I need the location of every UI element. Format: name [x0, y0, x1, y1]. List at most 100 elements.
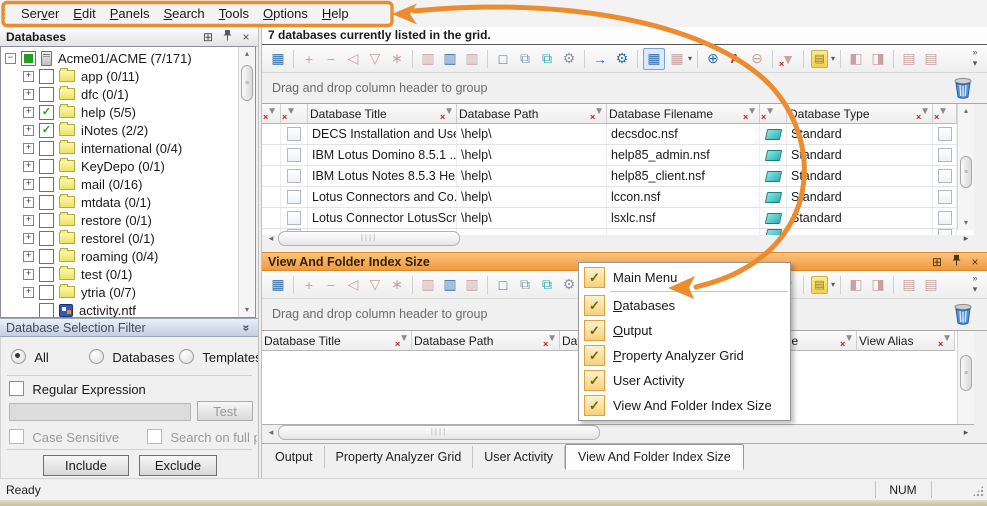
pin-icon[interactable] — [949, 254, 963, 269]
copy-with-headers-icon[interactable]: ⧉ — [537, 49, 557, 69]
toolbar-overflow-icon[interactable]: » ▾ — [967, 273, 983, 295]
tab-output[interactable]: Output — [264, 446, 325, 468]
expander-icon[interactable]: + — [23, 71, 34, 82]
menu-search[interactable]: Search — [156, 2, 211, 25]
scrollbar-thumb[interactable]: ≡ — [960, 156, 972, 188]
filter-funnel-icon[interactable]: ×▼ — [544, 334, 557, 347]
tab-property-analyzer-grid[interactable]: Property Analyzer Grid — [325, 446, 474, 468]
regex-input[interactable] — [9, 403, 191, 421]
add-database-icon[interactable]: + — [299, 49, 319, 69]
table-row[interactable]: Lotus Connector LotusScr...\help\lsxlc.n… — [262, 208, 974, 229]
close-icon[interactable]: × — [968, 255, 982, 269]
tree-item-test[interactable]: +test (0/1) — [1, 265, 238, 283]
tree-checkbox[interactable]: ✓ — [39, 105, 54, 120]
row-checkbox[interactable] — [281, 208, 308, 228]
print-preview-icon[interactable]: ▤ — [899, 275, 919, 295]
add-comment-icon[interactable]: ▤ — [811, 50, 828, 68]
push-selection-down-icon[interactable]: ▽ — [365, 49, 385, 69]
checkbox-icon[interactable] — [938, 211, 952, 225]
scroll-up-icon[interactable]: ▴ — [958, 104, 974, 118]
collapse-rows-icon[interactable]: ◧ — [846, 275, 866, 295]
trash-icon[interactable] — [953, 76, 973, 103]
tree-checkbox[interactable] — [39, 141, 54, 156]
filter-funnel-icon[interactable]: ×▼ — [939, 334, 952, 347]
tree-checkbox[interactable] — [21, 51, 36, 66]
tree-item-roaming[interactable]: +roaming (0/4) — [1, 247, 238, 265]
filter-funnel-icon[interactable]: ×▼ — [935, 107, 948, 120]
checked-checkbox-icon[interactable]: ✓ — [584, 295, 605, 316]
include-button[interactable]: Include — [43, 455, 129, 476]
tree-item-keydepo[interactable]: +KeyDepo (0/1) — [1, 157, 238, 175]
copy-options-icon[interactable]: ⚙ — [559, 49, 579, 69]
tree-item-mtdata[interactable]: +mtdata (0/1) — [1, 193, 238, 211]
radio-all[interactable]: All — [11, 349, 49, 365]
filter-funnel-icon[interactable]: ×▼ — [762, 107, 775, 120]
column-header-database-title[interactable]: Database Title×▼ — [308, 104, 457, 124]
filter-funnel-icon[interactable]: ×▼ — [441, 107, 454, 120]
select-all-icon[interactable]: □ — [493, 49, 513, 69]
zoom-font-icon[interactable]: A — [725, 49, 745, 69]
scrollbar-thumb[interactable]: |||| — [278, 425, 600, 440]
menu-item-property-analyzer-grid[interactable]: ✓Property Analyzer Grid — [579, 343, 790, 368]
column-header[interactable]: ×▼ — [281, 104, 308, 124]
menu-item-databases[interactable]: ✓Databases — [579, 293, 790, 318]
expander-icon[interactable]: + — [23, 233, 34, 244]
checkbox-icon[interactable] — [287, 148, 301, 162]
scroll-left-icon[interactable]: ◂ — [264, 427, 278, 438]
checked-checkbox-icon[interactable]: ✓ — [584, 320, 605, 341]
scroll-right-icon[interactable]: ▸ — [958, 231, 974, 245]
tree-checkbox[interactable]: ✓ — [39, 123, 54, 138]
checkbox-icon[interactable] — [147, 429, 162, 444]
checkbox-icon[interactable] — [9, 381, 24, 396]
close-icon[interactable]: × — [239, 30, 253, 44]
remove-database-icon[interactable]: − — [321, 49, 341, 69]
expander-icon[interactable]: + — [23, 179, 34, 190]
checkbox-icon[interactable] — [938, 169, 952, 183]
tree-item-inotes[interactable]: +✓iNotes (2/2) — [1, 121, 238, 139]
open-database-icon[interactable]: ▦ — [268, 49, 288, 69]
column-header-database-path[interactable]: Database Path×▼ — [412, 331, 560, 351]
table-row[interactable]: DECS Installation and Use...\help\decsdo… — [262, 124, 974, 145]
tree-item-help[interactable]: +✓help (5/5) — [1, 103, 238, 121]
filter-funnel-icon[interactable]: ×▼ — [591, 107, 604, 120]
expander-icon[interactable]: + — [23, 161, 34, 172]
menu-item-view-and-folder-index-size[interactable]: ✓View And Folder Index Size — [579, 393, 790, 418]
collapse-rows-icon[interactable]: ◧ — [846, 49, 866, 69]
push-selection-left-icon[interactable]: ◁ — [343, 275, 363, 295]
print-grid-icon[interactable]: ▤ — [921, 275, 941, 295]
tab-user-activity[interactable]: User Activity — [473, 446, 565, 468]
maximize-icon[interactable]: ⊞ — [930, 255, 944, 269]
radio-templates[interactable]: Templates — [179, 349, 262, 365]
column-styles-icon[interactable]: ▥ — [440, 275, 460, 295]
row-checkbox[interactable] — [933, 145, 957, 165]
menu-item-main-menu[interactable]: ✓Main Menu — [579, 265, 790, 290]
radio-icon[interactable] — [11, 349, 26, 364]
tree-checkbox[interactable] — [39, 159, 54, 174]
show-columns-icon[interactable]: ▥ — [462, 49, 482, 69]
checked-checkbox-icon[interactable]: ✓ — [584, 267, 605, 288]
copy-icon[interactable]: ⧉ — [515, 49, 535, 69]
tree-checkbox[interactable] — [39, 213, 54, 228]
checkbox-icon[interactable] — [938, 229, 952, 235]
scroll-up-icon[interactable]: ▴ — [239, 47, 255, 61]
tree-item-restorel[interactable]: +restorel (0/1) — [1, 229, 238, 247]
resize-grip[interactable] — [972, 485, 984, 497]
filter-funnel-icon[interactable]: ×▼ — [264, 107, 277, 120]
expander-icon[interactable]: + — [23, 269, 34, 280]
grid-vertical-scrollbar[interactable]: ≡ — [957, 331, 974, 424]
scrollbar-thumb[interactable]: |||| — [278, 231, 460, 246]
print-grid-icon[interactable]: ▤ — [921, 49, 941, 69]
row-checkbox[interactable] — [933, 208, 957, 228]
menu-item-user-activity[interactable]: ✓User Activity — [579, 368, 790, 393]
tree-checkbox[interactable] — [39, 177, 54, 192]
radio-icon[interactable] — [89, 349, 104, 364]
tree-item-dfc[interactable]: +dfc (0/1) — [1, 85, 238, 103]
checkbox-icon[interactable] — [287, 190, 301, 204]
scroll-down-icon[interactable]: ▾ — [239, 303, 255, 317]
scroll-left-icon[interactable]: ◂ — [264, 233, 278, 244]
tab-view-and-folder-index-size[interactable]: View And Folder Index Size — [565, 444, 744, 470]
grid-layout-icon[interactable]: ▦ — [667, 49, 687, 69]
freeze-columns-icon[interactable]: ▥ — [418, 275, 438, 295]
tree-checkbox[interactable] — [39, 87, 54, 102]
selection-map-icon[interactable]: ∗ — [387, 275, 407, 295]
